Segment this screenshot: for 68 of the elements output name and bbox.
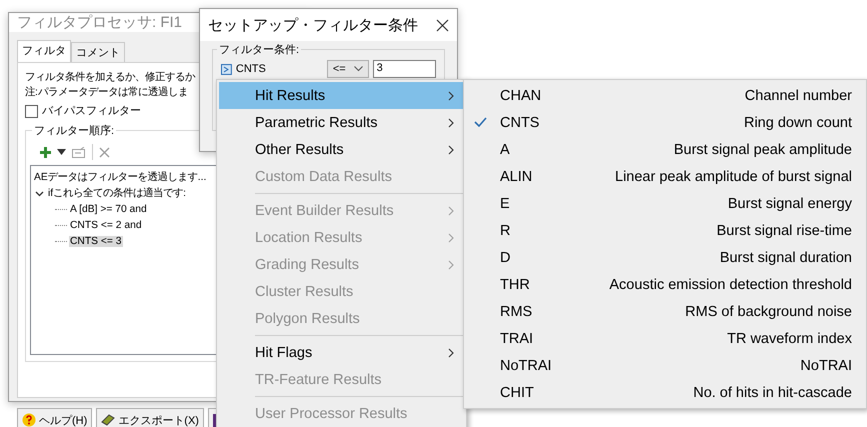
tree-item[interactable]: A [dB] >= 70 and — [69, 204, 148, 214]
tree-root: AEデータはフィルターを透過します... — [33, 170, 208, 184]
submenu-item[interactable]: CHAN Channel number — [466, 82, 864, 109]
parameter-description: Burst signal rise-time — [716, 222, 852, 238]
expand-icon[interactable] — [221, 64, 232, 74]
menu-item[interactable]: Hit Flags — [219, 339, 464, 366]
chevron-icon — [354, 66, 363, 72]
submenu-item[interactable]: RMS RMS of background noise — [466, 298, 864, 325]
submenu-item[interactable]: TRAI TR waveform index — [466, 325, 864, 352]
chevron-icon[interactable] — [35, 188, 44, 198]
window-title: フィルタプロセッサ: FI1 — [17, 13, 182, 32]
parameter-code: CHAN — [500, 88, 542, 104]
book-icon — [101, 414, 116, 426]
parameter-code: TRAI — [500, 330, 534, 346]
parameter-description: Burst signal duration — [718, 250, 852, 266]
parameter-description: Ring down count — [742, 114, 852, 130]
submenu-item[interactable]: CHIT No. of hits in hit-cascade — [466, 379, 864, 406]
submenu-item[interactable]: R Burst signal rise-time — [466, 217, 864, 244]
tree-item[interactable]: CNTS <= 3 — [69, 236, 123, 246]
add-icon[interactable] — [40, 146, 51, 158]
help-icon — [22, 413, 36, 427]
parameter-description: Acoustic emission detection threshold — [608, 276, 852, 292]
toolbar-button[interactable]: ヘルプ(H) — [17, 408, 92, 427]
parameter-code: THR — [500, 276, 531, 292]
parameter-code: CHIT — [500, 384, 535, 400]
parameter-description: Burst signal peak amplitude — [672, 142, 852, 158]
value-field[interactable]: 3 — [372, 60, 436, 78]
parameter-description: Linear peak amplitude of burst signal — [614, 168, 852, 184]
submenu-item[interactable]: D Burst signal duration — [466, 244, 864, 271]
bypass-checkbox[interactable] — [25, 105, 38, 118]
submenu-item[interactable]: A Burst signal peak amplitude — [466, 136, 864, 163]
tree-item[interactable]: ifこれら全ての条件は適当です: — [47, 186, 188, 200]
parameter-description: RMS of background noise — [684, 304, 852, 320]
parameter-code: RMS — [500, 304, 534, 320]
submenu-item[interactable]: ALIN Linear peak amplitude of burst signal — [466, 163, 864, 190]
checkbox-label: バイパスフィルター — [42, 105, 141, 118]
dialog-title: セットアップ・フィルター条件 — [208, 16, 418, 34]
instruction-text: フィルタ条件を加えるか、修正するか — [25, 71, 195, 84]
tab[interactable]: フィルタ — [17, 40, 71, 62]
submenu-item[interactable]: NoTRAI NoTRAI — [466, 352, 864, 379]
submenu-item[interactable]: CNTS Ring down count — [466, 109, 864, 136]
tab[interactable]: コメント — [71, 42, 125, 62]
menu-item[interactable]: Hit Results — [219, 82, 464, 109]
submenu-item[interactable]: E Burst signal energy — [466, 190, 864, 217]
parameter-name: CNTS — [236, 63, 267, 75]
group-label: フィルター順序: — [32, 123, 116, 138]
operator-dropdown[interactable]: <= — [326, 60, 369, 78]
toolbar-button[interactable]: エクスポート(X) — [96, 408, 204, 427]
parameter-description: TR waveform index — [726, 330, 852, 346]
parameter-code: CNTS — [500, 114, 540, 130]
parameter-code: E — [500, 196, 511, 212]
group-label: フィルター条件: — [217, 42, 302, 57]
parameter-description: Channel number — [744, 88, 852, 104]
parameter-code: D — [500, 250, 512, 266]
menu-item[interactable]: Other Results — [219, 136, 464, 163]
parameter-description: NoTRAI — [799, 358, 852, 374]
parameter-code: ALIN — [500, 168, 534, 184]
tree-item[interactable]: CNTS <= 2 and — [69, 220, 143, 230]
instruction-text: 注:パラメータデータは常に透過しま — [25, 86, 188, 99]
parameter-code: A — [500, 142, 511, 158]
parameter-code: NoTRAI — [500, 358, 553, 374]
menu-item[interactable]: Parametric Results — [219, 109, 464, 136]
submenu-item[interactable]: THR Acoustic emission detection threshold — [466, 271, 864, 298]
parameter-description: Burst signal energy — [726, 196, 852, 212]
close-icon[interactable] — [436, 18, 449, 32]
parameter-description: No. of hits in hit-cascade — [692, 384, 852, 400]
parameter-code: R — [500, 222, 512, 238]
caret-icon[interactable] — [57, 149, 66, 155]
